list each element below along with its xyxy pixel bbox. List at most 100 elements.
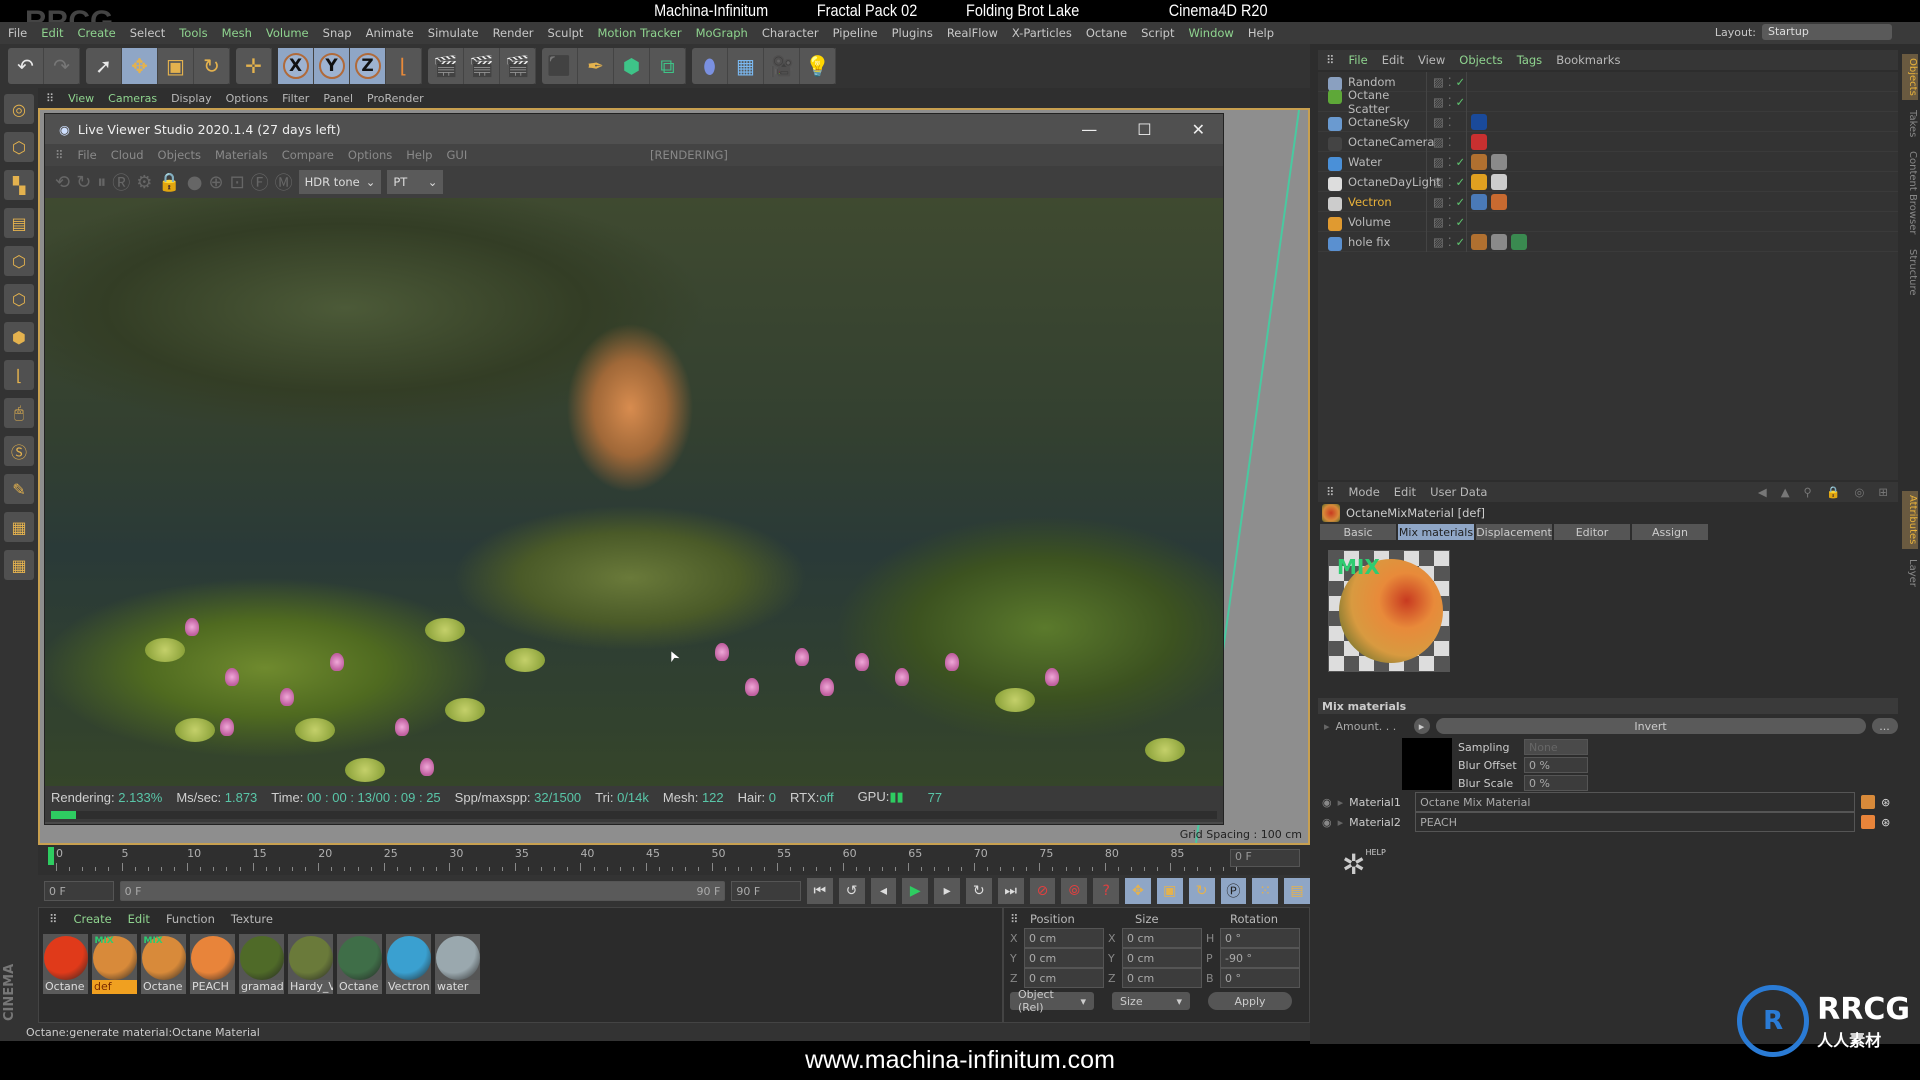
pen-button[interactable]: ✒ bbox=[578, 48, 614, 84]
rotation-field[interactable]: 0 ° bbox=[1220, 968, 1300, 988]
material2-link-field[interactable]: PEACH bbox=[1415, 812, 1856, 832]
record-position-button[interactable]: ✥ bbox=[1125, 878, 1151, 904]
blur-scale-field[interactable]: 0 % bbox=[1524, 775, 1588, 791]
solo-button[interactable]: ▦ bbox=[4, 550, 34, 580]
position-field[interactable]: 0 cm bbox=[1024, 948, 1104, 968]
x-axis-button[interactable]: X bbox=[278, 48, 314, 84]
start-frame-field[interactable]: 0 F bbox=[44, 881, 114, 901]
deformer-button[interactable]: ⬮ bbox=[692, 48, 728, 84]
object-tag-icon[interactable] bbox=[1471, 193, 1487, 210]
object-tag-icon[interactable] bbox=[1511, 233, 1527, 250]
timeline-ruler[interactable]: 051015202530354045505560657075808590 0 F bbox=[38, 845, 1310, 875]
coordinate-system-button[interactable]: ⌊ bbox=[386, 48, 422, 84]
region-icon[interactable]: Ⓡ bbox=[112, 169, 130, 195]
menu-mesh[interactable]: Mesh bbox=[222, 26, 252, 40]
visibility-dots[interactable]: ⁚ bbox=[1448, 195, 1452, 209]
enabled-check-icon[interactable]: ✓ bbox=[1456, 235, 1466, 249]
viewport-menu-options[interactable]: Options bbox=[226, 92, 268, 105]
side-tab-attributes[interactable]: Attributes bbox=[1902, 491, 1918, 549]
next-frame-button[interactable]: ▸ bbox=[934, 878, 960, 904]
object-tag-icon[interactable] bbox=[1471, 173, 1487, 190]
record-parameter-button[interactable]: Ⓟ bbox=[1220, 878, 1247, 904]
om-menu-file[interactable]: File bbox=[1348, 53, 1367, 67]
tab-displacement[interactable]: Displacement bbox=[1476, 524, 1552, 540]
timeline-playhead[interactable] bbox=[48, 847, 54, 865]
maximize-button[interactable]: ☐ bbox=[1137, 120, 1151, 139]
layer-icon[interactable]: ▨ bbox=[1433, 75, 1444, 89]
expand-arrow-icon[interactable]: ▸ bbox=[1338, 796, 1344, 809]
material1-link-field[interactable]: Octane Mix Material bbox=[1415, 792, 1856, 812]
object-row[interactable]: hole fix ▨ ⁚ ✓ bbox=[1318, 231, 1898, 252]
visibility-dots[interactable]: ⁚ bbox=[1448, 115, 1452, 129]
render-picture-viewer-button[interactable]: 🎬 bbox=[464, 48, 500, 84]
mm-menu-edit[interactable]: Edit bbox=[128, 912, 150, 926]
object-row[interactable]: OctaneCamera ▨ ⁚ bbox=[1318, 131, 1898, 152]
focus-picker-icon[interactable]: ⊕ bbox=[208, 172, 223, 193]
previous-key-button[interactable]: ↺ bbox=[838, 878, 865, 904]
material-item[interactable]: Vectron bbox=[386, 934, 431, 994]
animate-dot-icon[interactable]: ◉ bbox=[1322, 816, 1332, 829]
undo-button[interactable]: ↶ bbox=[8, 48, 44, 84]
sphere-icon[interactable]: ● bbox=[187, 172, 203, 193]
object-row[interactable]: Vectron ▨ ⁚ ✓ bbox=[1318, 191, 1898, 212]
object-tag-icon[interactable] bbox=[1471, 113, 1487, 130]
position-field[interactable]: 0 cm bbox=[1024, 968, 1104, 988]
layout-dropdown[interactable]: Startup bbox=[1762, 24, 1892, 40]
timeline-window-button[interactable]: ▤ bbox=[1284, 878, 1310, 904]
scale-tool-button[interactable]: ▣ bbox=[158, 48, 194, 84]
object-tag-icon[interactable] bbox=[1471, 133, 1487, 150]
frame-range-slider[interactable]: 0 F 90 F bbox=[119, 881, 726, 901]
menu-x-particles[interactable]: X-Particles bbox=[1012, 26, 1072, 40]
render-settings-button[interactable]: 🎬 bbox=[500, 48, 536, 84]
object-row[interactable]: Water ▨ ⁚ ✓ bbox=[1318, 151, 1898, 172]
viewport-menu-panel[interactable]: Panel bbox=[323, 92, 353, 105]
pause-icon[interactable]: ⏸ bbox=[97, 172, 106, 193]
attr-menu-edit[interactable]: Edit bbox=[1394, 485, 1416, 499]
lv-menu-gui[interactable]: GUI bbox=[446, 148, 467, 162]
autokey-button[interactable]: ⦾ bbox=[1061, 878, 1088, 904]
y-axis-button[interactable]: Y bbox=[314, 48, 350, 84]
filter-icon[interactable]: Ⓕ bbox=[251, 169, 269, 195]
amount-expand-button[interactable]: ▸ bbox=[1413, 718, 1430, 734]
position-field[interactable]: 0 cm bbox=[1024, 928, 1104, 948]
tab-editor[interactable]: Editor bbox=[1554, 524, 1630, 540]
cloner-button[interactable]: ⧉ bbox=[650, 48, 686, 84]
tone-mapping-dropdown[interactable]: HDR tone ⌄ bbox=[298, 170, 382, 194]
enabled-check-icon[interactable]: ✓ bbox=[1456, 215, 1466, 229]
om-menu-objects[interactable]: Objects bbox=[1459, 53, 1502, 67]
size-mode-dropdown[interactable]: Size ▾ bbox=[1112, 992, 1190, 1010]
object-tag-icon[interactable] bbox=[1491, 173, 1507, 190]
menu-character[interactable]: Character bbox=[762, 26, 819, 40]
menu-realflow[interactable]: RealFlow bbox=[947, 26, 998, 40]
side-tab-content-browser[interactable]: Content Browser bbox=[1902, 147, 1918, 238]
size-field[interactable]: 0 cm bbox=[1122, 948, 1202, 968]
polygons-mode-button[interactable]: ⬢ bbox=[4, 322, 34, 352]
menu-script[interactable]: Script bbox=[1141, 26, 1174, 40]
axis-mode-button[interactable]: ⌊ bbox=[4, 360, 34, 390]
move-tool-button[interactable]: ✥ bbox=[122, 48, 158, 84]
enabled-check-icon[interactable]: ✓ bbox=[1456, 195, 1466, 209]
floor-button[interactable]: ▦ bbox=[728, 48, 764, 84]
tab-mix-materials[interactable]: Mix materials bbox=[1398, 524, 1474, 540]
object-tag-icon[interactable] bbox=[1491, 193, 1507, 210]
mm-menu-create[interactable]: Create bbox=[73, 912, 111, 926]
record-active-button[interactable]: ⊘ bbox=[1029, 878, 1056, 904]
lv-menu-file[interactable]: File bbox=[77, 148, 96, 162]
visibility-dots[interactable]: ⁚ bbox=[1448, 135, 1452, 149]
material-item[interactable]: MIX Octane bbox=[141, 934, 186, 994]
restart-icon[interactable]: ↻ bbox=[76, 172, 91, 193]
menu-tools[interactable]: Tools bbox=[179, 26, 207, 40]
visibility-dots[interactable]: ⁚ bbox=[1448, 235, 1452, 249]
menu-help[interactable]: Help bbox=[1248, 26, 1274, 40]
end-frame-field[interactable]: 90 F bbox=[731, 881, 801, 901]
up-arrow-icon[interactable]: ▲ bbox=[1781, 485, 1790, 499]
rotation-field[interactable]: 0 ° bbox=[1220, 928, 1300, 948]
z-axis-button[interactable]: Z bbox=[350, 48, 386, 84]
menu-snap[interactable]: Snap bbox=[323, 26, 352, 40]
layer-icon[interactable]: ▨ bbox=[1433, 95, 1444, 109]
pick-object-icon[interactable]: ⊛ bbox=[1881, 816, 1890, 829]
go-to-start-button[interactable]: ⏮ bbox=[806, 878, 833, 904]
close-button[interactable]: ✕ bbox=[1192, 120, 1205, 139]
lv-menu-options[interactable]: Options bbox=[348, 148, 392, 162]
visibility-dots[interactable]: ⁚ bbox=[1448, 95, 1452, 109]
